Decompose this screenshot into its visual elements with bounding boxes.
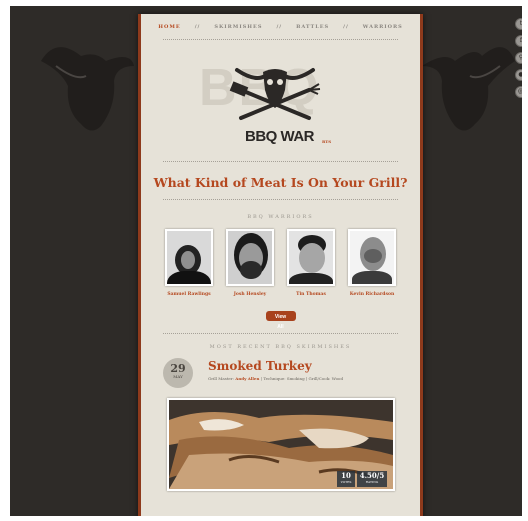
divider [163, 333, 398, 334]
nav-item-skirmishes[interactable]: Skirmishes [214, 24, 262, 30]
votes-label: Votes [340, 480, 352, 484]
post-title[interactable]: Smoked Turkey [208, 359, 312, 373]
votes-stat: 10 Votes [337, 471, 355, 487]
meta-cook-value: Wood [331, 376, 343, 381]
page-headline: What Kind of Meat Is On Your Grill? [153, 175, 408, 190]
warrior-card[interactable]: Tin Thomas [287, 229, 335, 297]
divider [163, 161, 398, 162]
nav-item-home[interactable]: Home [158, 24, 180, 30]
nav-separator: // [343, 24, 349, 30]
warrior-name[interactable]: Samuel Rawlings [165, 292, 213, 297]
warrior-card[interactable]: Kevin Richardson [348, 229, 396, 297]
meta-separator: | [260, 376, 263, 381]
twitter-icon[interactable]: t [515, 18, 522, 30]
post-meta: Grill Master: Andy Allen | Technique: Sm… [208, 376, 343, 381]
nav-separator: // [194, 24, 201, 30]
main-nav: Home // Skirmishes // Battles // Warrior… [141, 24, 420, 30]
meta-grill-label: Grill Master: [208, 376, 234, 381]
divider [163, 199, 398, 200]
site-logo[interactable]: BBQ BBQ WAR RTS [141, 44, 420, 152]
warrior-name[interactable]: Kevin Richardson [348, 292, 396, 297]
facebook-icon[interactable]: f [515, 35, 522, 47]
nav-item-warriors[interactable]: Warriors [363, 24, 403, 30]
logo-superscript: RTS [322, 139, 332, 144]
nav-separator: // [276, 24, 283, 30]
warrior-name[interactable]: Tin Thomas [287, 292, 335, 297]
recent-section-title: Most Recent BBQ Skirmishes [209, 344, 352, 350]
warrior-photo[interactable] [287, 229, 335, 286]
page-frame: Home // Skirmishes // Battles // Warrior… [10, 6, 522, 516]
view-all-button[interactable]: View All [265, 311, 296, 330]
meta-cook-label: Grill/Cook: [308, 376, 331, 381]
date-month: May [173, 374, 183, 379]
logo-text: BBQ WAR [245, 128, 315, 145]
bull-illustration-left [41, 47, 134, 131]
meta-grill-value[interactable]: Andy Allen [235, 376, 259, 381]
post-image[interactable]: 10 Votes 4.50/5 Rating [167, 398, 395, 491]
email-icon[interactable]: @ [515, 86, 522, 98]
search-icon[interactable]: ⚲ [515, 52, 522, 64]
rating-stat: 4.50/5 Rating [357, 471, 387, 487]
rating-value: 4.50/5 [359, 471, 385, 480]
divider [163, 39, 398, 40]
recent-post-header: 29 May Smoked Turkey Grill Master: Andy … [141, 358, 420, 398]
warrior-photo[interactable] [226, 229, 274, 286]
warriors-section-title: BBQ Warriors [247, 214, 314, 220]
date-badge: 29 May [163, 358, 193, 388]
nav-item-battles[interactable]: Battles [296, 24, 329, 30]
warrior-photo[interactable] [348, 229, 396, 286]
warrior-photo[interactable] [165, 229, 213, 286]
meta-technique-label: Technique: [263, 376, 286, 381]
social-icons: t f ⚲ ● @ [515, 18, 522, 98]
rating-label: Rating [365, 480, 379, 484]
warrior-card[interactable]: Samuel Rawlings [165, 229, 213, 297]
votes-value: 10 [341, 471, 351, 480]
rss-icon[interactable]: ● [515, 69, 522, 81]
warrior-card[interactable]: Josh Hensley [226, 229, 274, 297]
warrior-name[interactable]: Josh Hensley [226, 292, 274, 297]
meta-technique-value: Smoking [286, 376, 305, 381]
content-column: Home // Skirmishes // Battles // Warrior… [138, 14, 423, 516]
bull-skull-grill-tools-icon [229, 68, 321, 120]
date-day: 29 [170, 362, 186, 375]
bull-illustration-right [422, 47, 515, 131]
warriors-list: Samuel Rawlings Josh Hensley Tin Thomas [141, 229, 420, 297]
meta-separator: | [305, 376, 308, 381]
